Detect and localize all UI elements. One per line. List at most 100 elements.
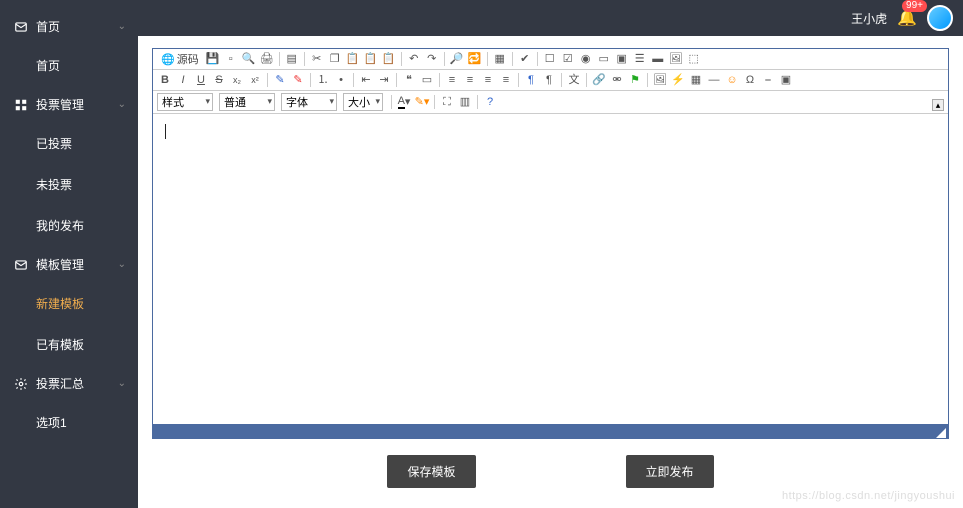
underline-icon[interactable]: U: [193, 72, 209, 88]
iframe-icon[interactable]: ▣: [778, 72, 794, 88]
copyformat-icon[interactable]: ✎: [272, 72, 288, 88]
code-icon: 🌐: [161, 53, 175, 66]
link-icon[interactable]: 🔗: [591, 72, 607, 88]
format-select[interactable]: 普通: [219, 93, 275, 111]
checkbox-icon[interactable]: ☑: [560, 51, 576, 67]
table-icon[interactable]: ▦: [688, 72, 704, 88]
resize-handle-icon[interactable]: [936, 428, 946, 438]
indent-icon[interactable]: ⇥: [376, 72, 392, 88]
notification-bell-wrap[interactable]: 🔔 99+: [897, 8, 917, 28]
style-select[interactable]: 样式: [157, 93, 213, 111]
italic-icon[interactable]: I: [175, 72, 191, 88]
bold-icon[interactable]: B: [157, 72, 173, 88]
bg-color-icon[interactable]: ✎▾: [414, 94, 430, 110]
imagebutton-icon[interactable]: 🖼: [668, 51, 684, 67]
spellcheck-icon[interactable]: ✔: [517, 51, 533, 67]
div-icon[interactable]: ▭: [419, 72, 435, 88]
unlink-icon[interactable]: ⚮: [609, 72, 625, 88]
align-center-icon[interactable]: ≡: [462, 72, 478, 88]
chevron-down-icon: ⌄: [118, 259, 126, 270]
templates-icon[interactable]: ▤: [284, 51, 300, 67]
preview-icon[interactable]: 🔍: [241, 51, 257, 67]
bidi-ltr-icon[interactable]: ¶: [523, 72, 539, 88]
language-icon[interactable]: 文: [566, 72, 582, 88]
chevron-down-icon: ⌄: [118, 99, 126, 110]
replace-icon[interactable]: 🔁: [467, 51, 483, 67]
bullet-list-icon[interactable]: •: [333, 72, 349, 88]
strike-icon[interactable]: S: [211, 72, 227, 88]
sidebar-item-my-publish[interactable]: 我的发布: [0, 205, 138, 246]
mail-icon: [14, 258, 28, 272]
image-icon[interactable]: 🖼: [652, 72, 668, 88]
collapse-toolbar-icon[interactable]: ▴: [932, 99, 944, 111]
specialchar-icon[interactable]: Ω: [742, 72, 758, 88]
avatar[interactable]: [927, 5, 953, 31]
pagebreak-icon[interactable]: ⎯: [760, 72, 776, 88]
find-icon[interactable]: 🔎: [449, 51, 465, 67]
separator: [267, 73, 268, 87]
button-icon[interactable]: ▬: [650, 51, 666, 67]
sidebar-item-voted[interactable]: 已投票: [0, 123, 138, 164]
removeformat-icon[interactable]: ✎: [290, 72, 306, 88]
hiddenfield-icon[interactable]: ⬚: [686, 51, 702, 67]
align-justify-icon[interactable]: ≡: [498, 72, 514, 88]
cut-icon[interactable]: ✂: [309, 51, 325, 67]
sidebar-item-new-template[interactable]: 新建模板: [0, 283, 138, 324]
sidebar-group-label: 投票管理: [36, 96, 84, 113]
numbered-list-icon[interactable]: ⒈: [315, 72, 331, 88]
save-template-button[interactable]: 保存模板: [387, 455, 475, 488]
textarea-icon[interactable]: ▣: [614, 51, 630, 67]
redo-icon[interactable]: ↷: [424, 51, 440, 67]
copy-icon[interactable]: ❐: [327, 51, 343, 67]
form-icon[interactable]: ☐: [542, 51, 558, 67]
text-color-icon[interactable]: A▾: [396, 94, 412, 110]
save-icon[interactable]: 💾: [205, 51, 221, 67]
showblocks-icon[interactable]: ▥: [457, 94, 473, 110]
mail-icon: [14, 20, 28, 34]
separator: [310, 73, 311, 87]
anchor-icon[interactable]: ⚑: [627, 72, 643, 88]
radio-icon[interactable]: ◉: [578, 51, 594, 67]
paste-icon[interactable]: 📋: [345, 51, 361, 67]
separator: [647, 73, 648, 87]
size-select[interactable]: 大小: [343, 93, 383, 111]
sidebar-group-label: 模板管理: [36, 256, 84, 273]
sidebar-group-home[interactable]: 首页 ⌄: [0, 8, 138, 45]
bidi-rtl-icon[interactable]: ¶: [541, 72, 557, 88]
outdent-icon[interactable]: ⇤: [358, 72, 374, 88]
font-select[interactable]: 字体: [281, 93, 337, 111]
paste-word-icon[interactable]: 📋: [381, 51, 397, 67]
textfield-icon[interactable]: ▭: [596, 51, 612, 67]
publish-button[interactable]: 立即发布: [626, 455, 714, 488]
flash-icon[interactable]: ⚡: [670, 72, 686, 88]
undo-icon[interactable]: ↶: [406, 51, 422, 67]
hr-icon[interactable]: —: [706, 72, 722, 88]
select-all-icon[interactable]: ▦: [492, 51, 508, 67]
smiley-icon[interactable]: ☺: [724, 72, 740, 88]
source-button[interactable]: 🌐源码: [157, 51, 203, 67]
text-cursor: [165, 124, 166, 139]
about-icon[interactable]: ?: [482, 94, 498, 110]
paste-text-icon[interactable]: 📋: [363, 51, 379, 67]
sidebar-group-vote-manage[interactable]: 投票管理 ⌄: [0, 86, 138, 123]
sidebar-item-existing-template[interactable]: 已有模板: [0, 324, 138, 365]
align-left-icon[interactable]: ≡: [444, 72, 460, 88]
sidebar-item-unvoted[interactable]: 未投票: [0, 164, 138, 205]
blockquote-icon[interactable]: ❝: [401, 72, 417, 88]
maximize-icon[interactable]: ⛶: [439, 94, 455, 110]
print-icon[interactable]: 🖨: [259, 51, 275, 67]
editor-content-area[interactable]: [153, 114, 948, 424]
grid-icon: [14, 98, 28, 112]
subscript-icon[interactable]: x₂: [229, 72, 245, 88]
select-icon[interactable]: ☰: [632, 51, 648, 67]
sidebar-group-vote-summary[interactable]: 投票汇总 ⌄: [0, 365, 138, 402]
chevron-down-icon: ⌄: [118, 21, 126, 32]
sidebar-group-template-manage[interactable]: 模板管理 ⌄: [0, 246, 138, 283]
sidebar-item-home[interactable]: 首页: [0, 45, 138, 86]
new-page-icon[interactable]: ▫: [223, 51, 239, 67]
editor-toolbar-row3: 样式 普通 字体 大小 A▾ ✎▾ ⛶ ▥ ? ▴: [153, 91, 948, 114]
editor-statusbar: [153, 424, 948, 438]
align-right-icon[interactable]: ≡: [480, 72, 496, 88]
sidebar-item-option1[interactable]: 选项1: [0, 402, 138, 443]
superscript-icon[interactable]: x²: [247, 72, 263, 88]
